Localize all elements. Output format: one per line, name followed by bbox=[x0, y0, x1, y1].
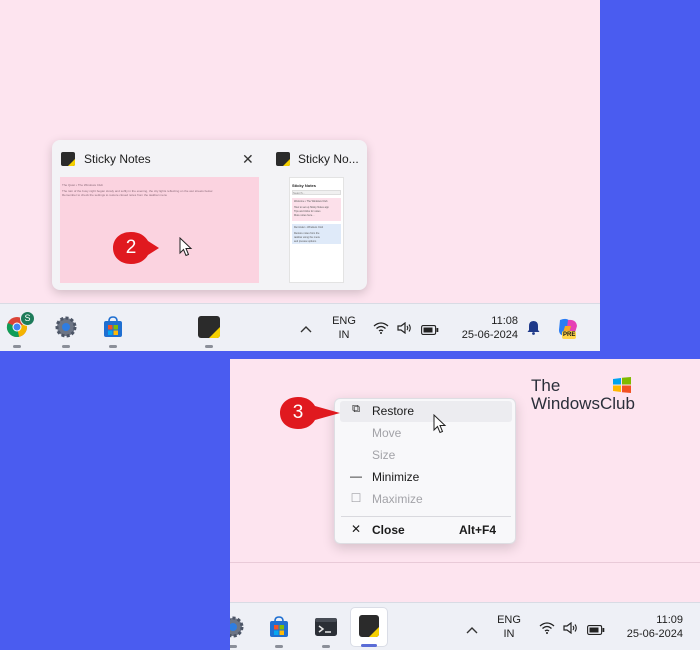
copilot-icon[interactable]: PRE bbox=[556, 316, 580, 340]
menu-item-label: Move bbox=[372, 426, 402, 440]
mouse-cursor-icon bbox=[433, 414, 447, 434]
menu-item-size: Size bbox=[340, 445, 512, 466]
menu-item-shortcut: Alt+F4 bbox=[458, 523, 496, 537]
settings-icon[interactable] bbox=[55, 316, 77, 338]
preview-side-search: Search... bbox=[292, 190, 341, 195]
language-code: ENG bbox=[497, 614, 521, 626]
store-icon[interactable] bbox=[102, 316, 124, 338]
clock-date: 25-06-2024 bbox=[461, 329, 518, 341]
running-indicator bbox=[62, 345, 70, 348]
menu-item-restore[interactable]: ⧉ Restore bbox=[340, 401, 512, 422]
sticky-notes-icon bbox=[61, 152, 75, 166]
preview-note-pink: Welcome • The Windows Club How to set up… bbox=[292, 198, 341, 221]
menu-item-maximize: ☐ Maximize bbox=[340, 489, 512, 510]
restore-icon: ⧉ bbox=[352, 403, 360, 415]
windows-logo-icon bbox=[613, 377, 631, 393]
running-indicator bbox=[13, 345, 21, 348]
clock[interactable]: 11:09 25-06-2024 bbox=[617, 613, 683, 641]
language-region: IN bbox=[338, 329, 350, 341]
window-preview-side[interactable]: Sticky Notes Search... Welcome • The Win… bbox=[289, 177, 344, 283]
window-title-sticky-notes-2[interactable]: Sticky No... bbox=[298, 152, 359, 166]
chevron-up-icon[interactable] bbox=[300, 321, 312, 333]
store-icon[interactable] bbox=[268, 616, 290, 638]
window-title-sticky-notes[interactable]: Sticky Notes bbox=[84, 152, 151, 166]
preview-note-line: taskbar using the menu bbox=[294, 236, 320, 239]
menu-item-label: Minimize bbox=[372, 470, 420, 484]
wifi-icon[interactable] bbox=[539, 621, 555, 634]
step-marker-3: 3 bbox=[278, 395, 340, 431]
maximize-icon: ☐ bbox=[350, 491, 362, 505]
terminal-icon[interactable] bbox=[314, 616, 338, 638]
battery-icon[interactable] bbox=[587, 622, 605, 635]
menu-item-minimize[interactable]: — Minimize bbox=[340, 467, 512, 488]
sticky-notes-icon[interactable] bbox=[198, 316, 220, 338]
window-context-menu: ⧉ Restore Move Size — Minimize ☐ Maximiz… bbox=[334, 398, 516, 544]
volume-icon[interactable] bbox=[397, 321, 412, 335]
chevron-up-icon[interactable] bbox=[466, 622, 478, 634]
step-marker-2: 2 bbox=[111, 230, 161, 266]
sticky-notes-icon bbox=[276, 152, 290, 166]
taskbar: S ENG IN 11:08 25-06-2024 PRE bbox=[0, 303, 600, 351]
preview-badge: PRE bbox=[562, 331, 577, 339]
sticky-notes-icon bbox=[359, 615, 379, 637]
preview-line: Remember to check the settings to restor… bbox=[62, 193, 168, 197]
preview-note-line: Restore notes from the bbox=[294, 232, 320, 235]
running-indicator bbox=[205, 345, 213, 348]
menu-separator bbox=[341, 516, 511, 517]
menu-item-label: Maximize bbox=[372, 492, 423, 506]
logo-line-2: WindowsClub bbox=[531, 394, 635, 413]
taskbar: ENG IN 11:09 25-06-2024 bbox=[230, 602, 700, 650]
preview-note-blue: Reminder • Windows Club Restore notes fr… bbox=[292, 224, 341, 244]
running-indicator bbox=[109, 345, 117, 348]
step-number: 3 bbox=[292, 402, 304, 423]
notification-bell-icon[interactable] bbox=[527, 320, 540, 335]
language-code: ENG bbox=[332, 315, 356, 327]
clock[interactable]: 11:08 25-06-2024 bbox=[452, 314, 518, 342]
window-edge bbox=[230, 562, 700, 563]
settings-icon[interactable] bbox=[230, 616, 244, 638]
close-icon[interactable]: ✕ bbox=[242, 151, 254, 168]
preview-note-line: Tips and tricks for notes bbox=[294, 210, 321, 213]
menu-item-label: Size bbox=[372, 448, 396, 462]
minimize-icon: — bbox=[350, 469, 362, 483]
close-icon: ✕ bbox=[350, 522, 362, 536]
language-region: IN bbox=[503, 628, 515, 640]
step-number: 2 bbox=[125, 237, 137, 258]
preview-line: The Quiet • The Windows Club bbox=[62, 183, 104, 187]
running-indicator bbox=[275, 645, 283, 648]
menu-item-label: Restore bbox=[372, 404, 415, 418]
clock-time: 11:08 bbox=[491, 315, 518, 327]
logo-line-1: The bbox=[531, 376, 561, 395]
running-indicator-active bbox=[361, 644, 377, 647]
menu-item-move: Move bbox=[340, 423, 512, 444]
battery-icon[interactable] bbox=[421, 322, 439, 335]
running-indicator bbox=[230, 645, 237, 648]
running-indicator bbox=[322, 645, 330, 648]
menu-item-close[interactable]: ✕ Close Alt+F4 bbox=[340, 520, 512, 541]
chrome-profile-badge: S bbox=[20, 311, 35, 326]
volume-icon[interactable] bbox=[563, 621, 578, 635]
top-screenshot: Sticky Notes ✕ Sticky No... The Quiet • … bbox=[0, 0, 600, 351]
language-indicator[interactable]: ENG IN bbox=[495, 613, 523, 641]
preview-note-line: Reminder • Windows Club bbox=[294, 226, 324, 229]
wifi-icon[interactable] bbox=[373, 321, 389, 334]
clock-time: 11:09 bbox=[656, 614, 683, 626]
menu-item-label: Close bbox=[372, 523, 405, 537]
preview-note-line: and preview options bbox=[294, 240, 317, 243]
preview-side-title: Sticky Notes bbox=[292, 183, 317, 188]
preview-note-line: How to set up Sticky Notes app bbox=[294, 206, 329, 209]
mouse-cursor-icon bbox=[179, 237, 193, 257]
bottom-screenshot: The WindowsClub ⧉ Restore Move Size — Mi… bbox=[230, 359, 700, 650]
preview-note-line: More notes here… bbox=[294, 214, 315, 217]
clock-date: 25-06-2024 bbox=[626, 628, 683, 640]
language-indicator[interactable]: ENG IN bbox=[330, 314, 358, 342]
preview-note-line: Welcome • The Windows Club bbox=[294, 200, 328, 203]
